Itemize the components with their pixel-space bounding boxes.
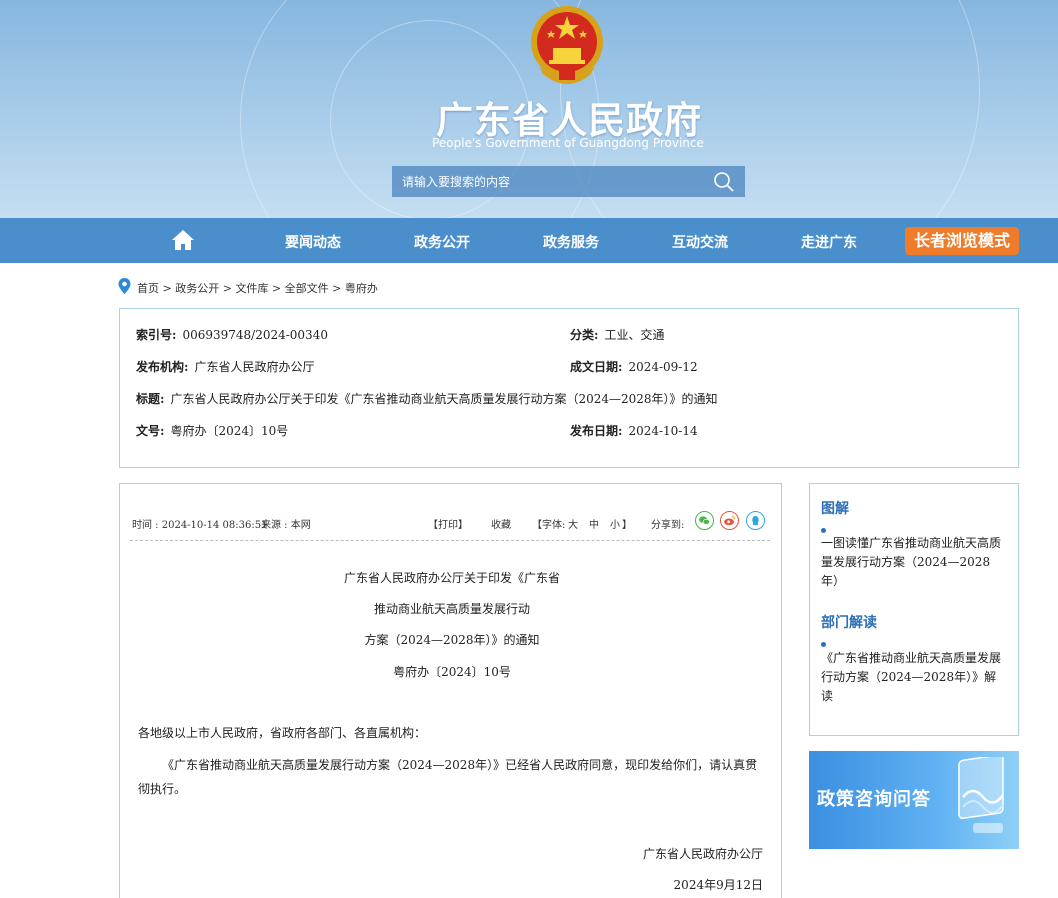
font-large-button[interactable]: 大 [568, 516, 578, 531]
breadcrumb-all-files[interactable]: 全部文件 [285, 282, 329, 295]
publish-time: 时间 : 2024-10-14 08:36:51 [132, 520, 268, 531]
wechat-share-icon[interactable] [695, 511, 714, 530]
policy-qa-banner[interactable]: 政策咨询问答 [809, 751, 1019, 849]
section-title-dept-interpretation: 部门解读 [821, 615, 877, 631]
meta-index-no: 索引号: 006939748/2024-00340 [136, 326, 328, 343]
meta-value: 工业、交通 [604, 328, 665, 342]
article-panel: 时间 : 2024-10-14 08:36:51 来源 : 本网 【打印】 收藏… [119, 483, 782, 898]
meta-label: 发布日期: [570, 424, 623, 438]
salutation: 各地级以上市人民政府，省政府各部门、各直属机构： [138, 726, 427, 740]
meta-label: 发布机构: [136, 360, 189, 374]
font-medium-button[interactable]: 中 [589, 516, 599, 531]
source: 来源 : 本网 [261, 520, 311, 531]
nav-item-services[interactable]: 政务服务 [543, 232, 599, 252]
nav-item-about-guangdong[interactable]: 走进广东 [801, 232, 857, 252]
main-nav: 要闻动态 政务公开 政务服务 互动交流 走进广东 长者浏览模式 [0, 218, 1058, 263]
doc-number: 粤府办〔2024〕10号 [393, 665, 511, 679]
meta-title: 标题: 广东省人民政府办公厅关于印发《广东省推动商业航天高质量发展行动方案（202… [136, 390, 718, 407]
breadcrumb-yuefuban[interactable]: 粤府办 [345, 282, 378, 295]
breadcrumb-gov-affairs[interactable]: 政务公开 [175, 282, 219, 295]
font-small-button[interactable]: 小 [610, 516, 620, 531]
national-emblem-icon [531, 6, 603, 84]
search-bar [392, 166, 745, 197]
doc-title-line-3: 方案（2024—2028年）》的通知 [364, 633, 540, 647]
body-paragraph: 《广东省推动商业航天高质量发展行动方案（2024—2028年）》已经省人民政府同… [138, 758, 758, 796]
search-input[interactable] [392, 166, 702, 197]
elder-mode-button[interactable]: 长者浏览模式 [905, 227, 1019, 255]
meta-publisher: 发布机构: 广东省人民政府办公厅 [136, 358, 314, 375]
location-pin-icon [118, 278, 131, 294]
search-icon[interactable] [713, 171, 735, 193]
meta-value: 2024-10-14 [628, 424, 698, 438]
bullet-dot [821, 528, 826, 533]
meta-value: 006939748/2024-00340 [182, 328, 328, 342]
related-sidebar: 图解 一图读懂广东省推动商业航天高质量发展行动方案（2024—2028年） 部门… [809, 483, 1019, 736]
meta-published-date: 发布日期: 2024-10-14 [570, 422, 698, 439]
qq-share-icon[interactable] [746, 511, 765, 530]
meta-label: 文号: [136, 424, 165, 438]
share-label: 分享到: [651, 520, 685, 531]
collect-button[interactable]: 收藏 [491, 516, 511, 531]
chat-document-icon [958, 757, 1005, 833]
meta-category: 分类: 工业、交通 [570, 326, 664, 343]
document-meta-box: 索引号: 006939748/2024-00340 分类: 工业、交通 发布机构: 广… [119, 308, 1019, 468]
nav-item-gov-affairs[interactable]: 政务公开 [414, 232, 470, 252]
home-icon[interactable] [171, 229, 195, 251]
interpretation-link[interactable]: 《广东省推动商业航天高质量发展行动方案（2024—2028年）》解读 [821, 649, 1007, 706]
meta-label: 分类: [570, 328, 599, 342]
section-title-illustration: 图解 [821, 501, 849, 517]
bullet-dot [821, 642, 826, 647]
meta-value: 2024-09-12 [628, 360, 698, 374]
meta-label: 标题: [136, 392, 165, 406]
illustration-link[interactable]: 一图读懂广东省推动商业航天高质量发展行动方案（2024—2028年） [821, 534, 1007, 591]
doc-title-line-1: 广东省人民政府办公厅关于印发《广东省 [343, 571, 560, 585]
font-size-close: 】 [622, 520, 632, 531]
meta-value: 广东省人民政府办公厅关于印发《广东省推动商业航天高质量发展行动方案（2024—2… [170, 392, 718, 406]
meta-doc-no: 文号: 粤府办〔2024〕10号 [136, 422, 288, 439]
site-subtitle: People's Government of Guangdong Provinc… [432, 136, 704, 150]
nav-item-news[interactable]: 要闻动态 [285, 232, 341, 252]
breadcrumb-home[interactable]: 首页 [137, 282, 159, 295]
sign-date: 2024年9月12日 [673, 878, 763, 892]
meta-created-date: 成文日期: 2024-09-12 [570, 358, 698, 375]
meta-label: 成文日期: [570, 360, 623, 374]
font-size-label: 【字体: [532, 520, 566, 531]
print-button[interactable]: 【打印】 [428, 516, 468, 531]
nav-item-interaction[interactable]: 互动交流 [672, 232, 728, 252]
weibo-share-icon[interactable] [720, 511, 739, 530]
meta-label: 索引号: [136, 328, 177, 342]
meta-value: 粤府办〔2024〕10号 [170, 424, 289, 438]
toolbar-divider [130, 540, 770, 541]
doc-title-line-2: 推动商业航天高质量发展行动 [373, 602, 530, 616]
breadcrumb-file-library[interactable]: 文件库 [235, 282, 268, 295]
meta-value: 广东省人民政府办公厅 [194, 360, 315, 374]
signer: 广东省人民政府办公厅 [642, 847, 763, 861]
header-banner: 广东省人民政府 People's Government of Guangdong… [0, 0, 1058, 218]
policy-qa-text: 政策咨询问答 [817, 789, 931, 810]
